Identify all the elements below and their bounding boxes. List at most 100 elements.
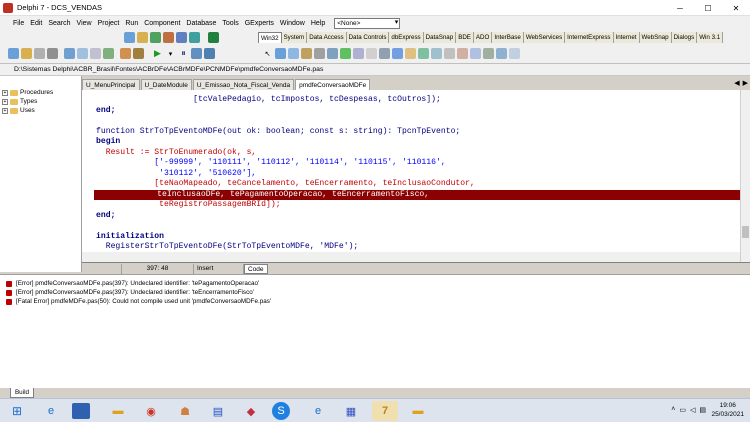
menu-database[interactable]: Database (183, 20, 219, 27)
expand-icon[interactable]: + (2, 107, 8, 114)
palette-pagescroller-icon[interactable] (496, 48, 507, 59)
tab-build[interactable]: Build (10, 388, 34, 398)
expand-icon[interactable]: + (2, 89, 8, 96)
chrome-icon[interactable]: ◉ (138, 401, 164, 421)
menu-tools[interactable]: Tools (219, 20, 241, 27)
palette-pointer-icon[interactable]: ↖ (262, 48, 273, 59)
project-icon[interactable] (120, 48, 131, 59)
message-fatal-error[interactable]: [Fatal Error] pmdfeMDFe.pas(50): Could n… (6, 297, 271, 306)
palette-tab-win31[interactable]: Win 3.1 (697, 32, 724, 43)
palette-tab-win32[interactable]: Win32 (258, 32, 282, 43)
palette-toolbar-icon[interactable] (470, 48, 481, 59)
new-icon[interactable] (8, 48, 19, 59)
palette-page-control-icon[interactable] (288, 48, 299, 59)
volume-icon[interactable]: ◁ (690, 406, 695, 414)
forward-arrow-icon[interactable]: ▶ (743, 79, 748, 87)
expand-icon[interactable]: + (2, 98, 8, 105)
palette-tab-interbase[interactable]: InterBase (492, 32, 524, 43)
step-over-icon[interactable] (204, 48, 215, 59)
editor-vertical-scrollbar[interactable] (740, 90, 750, 262)
menu-help[interactable]: Help (308, 20, 328, 27)
palette-tab-internetexpress[interactable]: InternetExpress (565, 32, 614, 43)
palette-header-icon[interactable] (444, 48, 455, 59)
palette-tab-dialogs[interactable]: Dialogs (671, 32, 698, 43)
menu-search[interactable]: Search (45, 20, 73, 27)
palette-image-list-icon[interactable] (301, 48, 312, 59)
palette-listview-icon[interactable] (431, 48, 442, 59)
palette-updown-icon[interactable] (353, 48, 364, 59)
tab-u-menuprincipal[interactable]: U_MenuPrincipal (82, 79, 140, 90)
app-icon[interactable]: ☗ (172, 401, 198, 421)
new-form-icon[interactable] (103, 48, 114, 59)
message-error[interactable]: [Error] pmdfeConversaoMDFe.pas(397): Und… (6, 288, 254, 297)
close-button[interactable]: ✕ (722, 0, 750, 16)
gexperts-icon[interactable] (208, 32, 219, 43)
app-icon[interactable]: ▤ (205, 401, 231, 421)
palette-animate-icon[interactable] (379, 48, 390, 59)
toggle-icon[interactable] (90, 48, 101, 59)
menu-file[interactable]: File (10, 20, 27, 27)
pause-icon[interactable]: ⏸ (178, 48, 189, 59)
code-editor[interactable]: [tcValePedagio, tcImpostos, tcDespesas, … (82, 90, 740, 262)
palette-datetime-icon[interactable] (392, 48, 403, 59)
delphi-taskbar-icon[interactable]: 7 (372, 401, 398, 421)
desktop-config-combo[interactable]: <None> (334, 17, 401, 29)
trace-into-icon[interactable] (191, 48, 202, 59)
tree-node-uses[interactable]: + Uses (0, 106, 81, 115)
palette-hotkey-icon[interactable] (366, 48, 377, 59)
app-icon[interactable]: ▦ (338, 401, 364, 421)
palette-trackbar-icon[interactable] (327, 48, 338, 59)
menu-edit[interactable]: Edit (27, 20, 45, 27)
database-icon[interactable] (176, 32, 187, 43)
ie-icon[interactable]: e (38, 401, 64, 421)
palette-statusbar-icon[interactable] (457, 48, 468, 59)
skype-icon[interactable]: S (272, 402, 290, 420)
menu-window[interactable]: Window (277, 20, 308, 27)
keyboard-icon[interactable]: ▤ (699, 406, 706, 414)
app-taskbar-icon[interactable] (72, 403, 90, 419)
app-icon[interactable]: ◆ (238, 401, 264, 421)
palette-tab-control-icon[interactable] (275, 48, 286, 59)
palette-monthcal-icon[interactable] (405, 48, 416, 59)
tab-u-emissao-nota-fiscal-venda[interactable]: U_Emissao_Nota_Fiscal_Venda (192, 79, 295, 90)
menu-gexperts[interactable]: GExperts (242, 20, 277, 27)
palette-combobox-ex-icon[interactable] (509, 48, 520, 59)
view-unit-icon[interactable] (64, 48, 75, 59)
palette-tab-webservices[interactable]: WebServices (523, 32, 566, 43)
palette-tab-ado[interactable]: ADO (473, 32, 493, 43)
open-icon[interactable] (124, 32, 135, 43)
chevron-up-icon[interactable]: ˄ (671, 406, 675, 414)
tree-node-types[interactable]: + Types (0, 97, 81, 106)
palette-progressbar-icon[interactable] (340, 48, 351, 59)
save-icon[interactable] (34, 48, 45, 59)
palette-treeview-icon[interactable] (418, 48, 429, 59)
open-project-icon[interactable] (21, 48, 32, 59)
save-all-icon[interactable] (47, 48, 58, 59)
palette-coolbar-icon[interactable] (483, 48, 494, 59)
palette-tab-data-controls[interactable]: Data Controls (346, 32, 390, 43)
palette-tab-dbexpress[interactable]: dbExpress (389, 32, 424, 43)
menu-run[interactable]: Run (122, 20, 141, 27)
menu-component[interactable]: Component (141, 20, 183, 27)
palette-tab-bde[interactable]: BDE (456, 32, 474, 43)
component-icon[interactable] (163, 32, 174, 43)
minimize-button[interactable]: ─ (666, 0, 694, 16)
editor-horizontal-scrollbar[interactable] (82, 252, 740, 262)
folder-icon[interactable] (137, 32, 148, 43)
palette-tab-datasnap[interactable]: DataSnap (423, 32, 457, 43)
palette-tab-data-access[interactable]: Data Access (307, 32, 347, 43)
folder-taskbar-icon[interactable]: ▬ (405, 401, 431, 421)
palette-richedit-icon[interactable] (314, 48, 325, 59)
tab-u-datemodule[interactable]: U_DateModule (140, 79, 192, 90)
tab-pmdfeconversaomdfe[interactable]: pmdfeConversaoMDFe (295, 79, 371, 90)
run-icon[interactable]: ▶ (152, 48, 163, 59)
taskbar-clock[interactable]: 19:06 25/03/2021 (711, 401, 744, 419)
tab-code[interactable]: Code (244, 263, 268, 274)
menu-view[interactable]: View (74, 20, 95, 27)
form-icon[interactable] (189, 32, 200, 43)
run-dropdown-icon[interactable]: ▾ (165, 48, 176, 59)
options-icon[interactable] (133, 48, 144, 59)
palette-tab-system[interactable]: System (281, 32, 308, 43)
tree-node-procedures[interactable]: + Procedures (0, 88, 81, 97)
palette-tab-internet[interactable]: Internet (613, 32, 640, 43)
